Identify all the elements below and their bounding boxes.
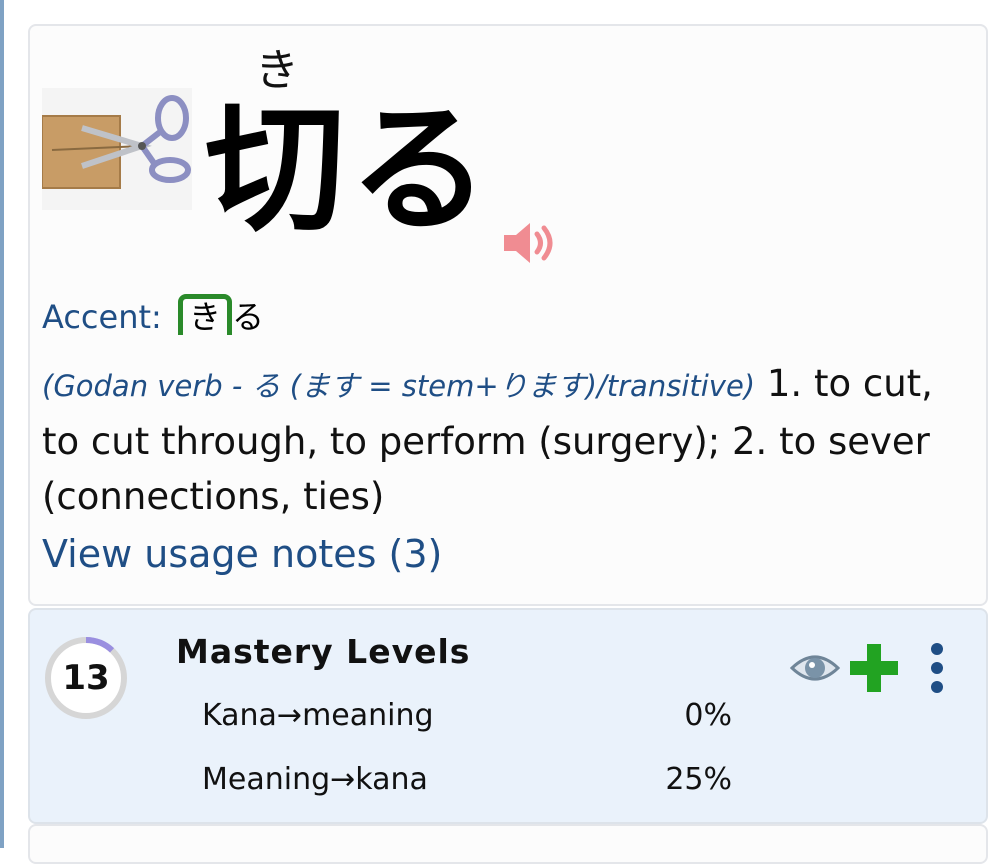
mastery-card: 13 Mastery Levels Kana→meaning 0% Meanin…	[28, 608, 988, 824]
mastery-row-percent: 0%	[684, 698, 732, 733]
word-card: き 切る Accent: きる (Godan verb - る (ます = st…	[28, 24, 988, 606]
more-vertical-icon[interactable]	[926, 642, 948, 694]
accent-low-mora: る	[232, 298, 265, 336]
next-card	[28, 824, 988, 864]
mastery-row-label: Kana→meaning	[202, 698, 434, 733]
mastery-row-kana-meaning: Kana→meaning 0%	[202, 696, 732, 736]
accent-colon: :	[151, 298, 162, 336]
plus-icon[interactable]	[848, 642, 900, 694]
mastery-title: Mastery Levels	[176, 632, 471, 671]
eye-icon[interactable]	[790, 648, 840, 688]
mastery-row-label: Meaning→kana	[202, 762, 428, 797]
view-usage-notes-link[interactable]: View usage notes (3)	[42, 530, 442, 578]
headword: 切る	[205, 89, 494, 252]
definition: (Godan verb - る (ます = stem+ります)/transiti…	[42, 356, 972, 524]
mastery-row-percent: 25%	[665, 762, 732, 797]
part-of-speech: (Godan verb - る (ます = stem+ります)/transiti…	[42, 369, 756, 403]
accent-label: Accent	[42, 298, 152, 336]
pitch-accent-row: Accent: きる	[42, 294, 264, 339]
scissors-cutting-cardboard-image	[42, 88, 192, 210]
speaker-icon[interactable]	[500, 220, 560, 266]
left-border-rule	[0, 0, 4, 848]
level-number: 13	[62, 658, 110, 698]
accent-high-mora: き	[177, 294, 232, 335]
mastery-row-meaning-kana: Meaning→kana 25%	[202, 760, 732, 800]
